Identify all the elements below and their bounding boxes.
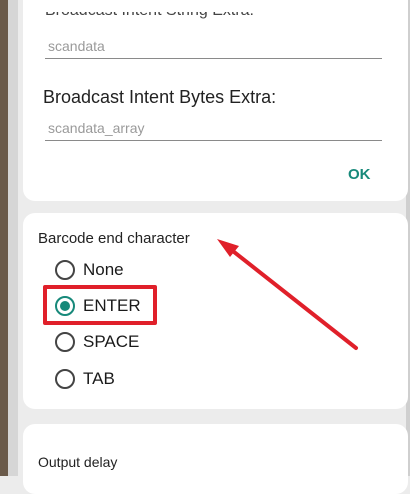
radio-button-none[interactable]	[55, 260, 75, 280]
bytes-extra-field[interactable]: scandata_array	[45, 117, 382, 141]
radio-option-none[interactable]: None	[55, 258, 124, 282]
string-extra-field[interactable]: scandata	[45, 35, 382, 59]
radio-label-tab: TAB	[83, 369, 115, 388]
window-frame-left	[0, 0, 8, 476]
radio-button-tab[interactable]	[55, 369, 75, 389]
radio-label-space: SPACE	[83, 332, 140, 351]
radio-button-space[interactable]	[55, 332, 75, 352]
ok-button[interactable]: OK	[348, 166, 371, 183]
annotation-highlight-box	[43, 285, 157, 325]
barcode-end-title: Barcode end character	[38, 230, 190, 247]
output-delay-title: Output delay	[38, 454, 118, 470]
radio-option-space[interactable]: SPACE	[55, 330, 139, 354]
bytes-extra-label: Broadcast Intent Bytes Extra:	[43, 87, 277, 107]
radio-label-none: None	[83, 260, 124, 279]
window-frame-left-inner	[8, 0, 18, 476]
radio-option-tab[interactable]: TAB	[55, 367, 115, 391]
